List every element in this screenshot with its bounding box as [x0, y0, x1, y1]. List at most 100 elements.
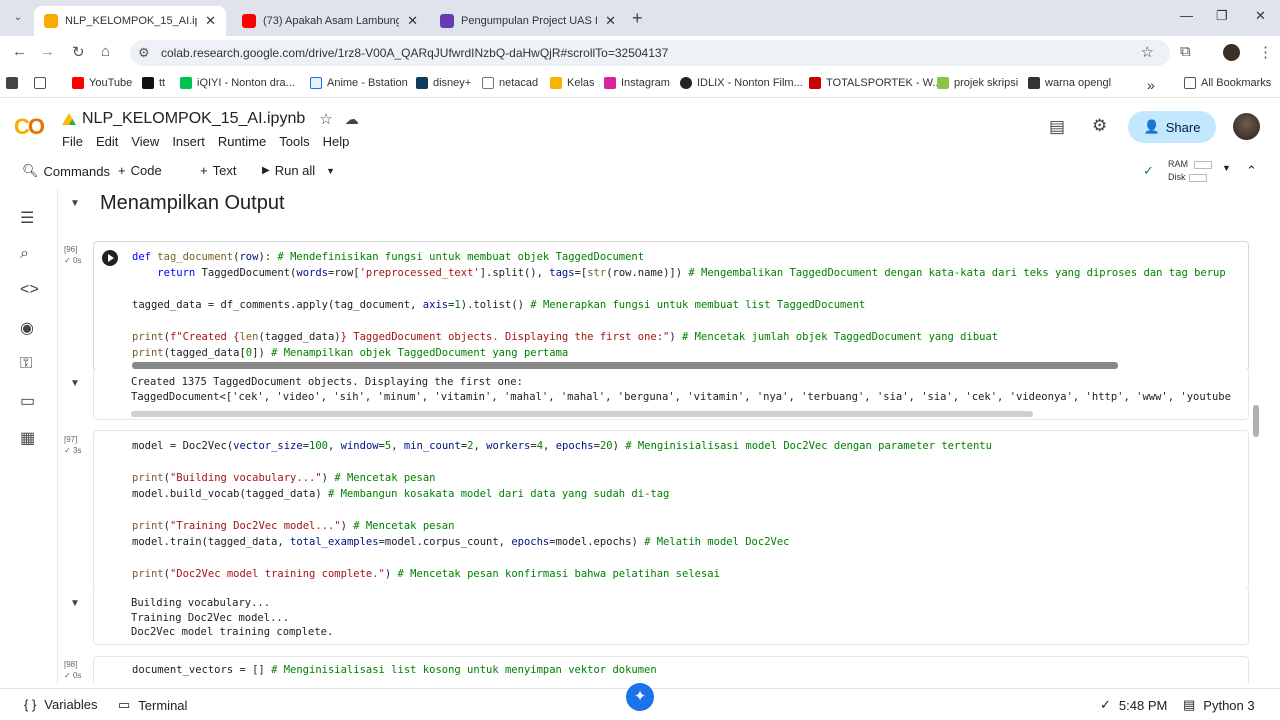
menu-file[interactable]: File	[62, 134, 83, 149]
menu-runtime[interactable]: Runtime	[218, 134, 266, 149]
exec-count: [98]	[64, 660, 78, 669]
collapse-toolbar-icon[interactable]: ⌃	[1246, 163, 1257, 179]
close-window-icon[interactable]: ✕	[1255, 8, 1266, 24]
output-collapse-chevron-icon[interactable]: ▼	[70, 378, 80, 389]
bookmark-idlix[interactable]: IDLIX - Nonton Film...	[680, 77, 803, 89]
success-check-icon: ✓	[64, 256, 71, 265]
back-icon[interactable]: ←	[12, 43, 27, 60]
settings-gear-icon[interactable]: ⚙	[1092, 116, 1107, 136]
browser-tab-bar: ⌄ NLP_KELOMPOK_15_AI.ipynb - ✕ (73) Apak…	[0, 0, 1280, 36]
exec-time: 3s	[72, 446, 82, 455]
apps-grid-icon[interactable]	[34, 77, 51, 89]
ram-label: RAM	[1168, 159, 1188, 169]
people-icon: 👤	[1143, 119, 1160, 134]
close-tab-icon[interactable]: ✕	[407, 13, 418, 29]
reload-icon[interactable]: ↻	[72, 43, 85, 61]
bookmark-youtube[interactable]: YouTube	[72, 77, 132, 89]
comments-icon[interactable]: ▤	[1049, 117, 1065, 137]
section-collapse-chevron-icon[interactable]: ▼	[70, 198, 80, 209]
add-code-button[interactable]: + Code	[118, 163, 162, 178]
new-tab-icon[interactable]: +	[632, 8, 643, 29]
bookmark-tiktok[interactable]: tt	[142, 77, 165, 89]
files-folder-icon[interactable]: ▭	[20, 391, 35, 411]
bookmark-projek-skripsi[interactable]: projek skripsi	[937, 77, 1018, 89]
plus-icon: +	[200, 163, 208, 178]
code-editor-96[interactable]: def tag_document(row): # Mendefinisikan …	[132, 249, 1226, 361]
home-icon[interactable]: ⌂	[101, 43, 110, 60]
secrets-eye-icon[interactable]: ◉	[20, 318, 34, 338]
all-bookmarks-label: All Bookmarks	[1201, 77, 1272, 89]
close-tab-icon[interactable]: ✕	[605, 13, 616, 29]
table-of-contents-icon[interactable]: ☰	[20, 208, 34, 228]
commands-button[interactable]: 🔍︎ Commands	[22, 163, 110, 179]
code-editor-97[interactable]: model = Doc2Vec(vector_size=100, window=…	[132, 438, 992, 582]
terminal-icon: ▭	[118, 697, 131, 712]
star-icon[interactable]: ☆	[319, 110, 332, 128]
exec-count-97: [97] ✓ 3s	[64, 434, 81, 456]
add-text-button[interactable]: + Text	[200, 163, 236, 178]
share-button[interactable]: 👤 Share	[1128, 111, 1216, 143]
notebook-vertical-scrollbar[interactable]	[1253, 405, 1259, 437]
play-icon: ▶	[262, 165, 270, 176]
bookmark-netacad[interactable]: netacad	[482, 77, 538, 89]
more-bookmarks-chevron-icon[interactable]: »	[1147, 77, 1155, 93]
menu-tools[interactable]: Tools	[279, 134, 309, 149]
forward-icon[interactable]: →	[40, 43, 55, 60]
output-collapse-chevron-icon[interactable]: ▼	[70, 598, 80, 609]
url-field[interactable]: ⚙ colab.research.google.com/drive/1rz8-V…	[130, 40, 1170, 66]
bookmark-kelas[interactable]: Kelas	[550, 77, 595, 89]
code-snippets-icon[interactable]: <>	[20, 281, 39, 299]
gemini-sparkle-icon[interactable]: ✦	[626, 683, 654, 711]
chevron-down-icon[interactable]: ▼	[326, 166, 335, 176]
bookmark-disney[interactable]: disney+	[416, 77, 471, 89]
tab-search-dropdown-icon[interactable]: ⌄	[8, 8, 28, 28]
menu-help[interactable]: Help	[323, 134, 350, 149]
profile-avatar[interactable]	[1223, 44, 1240, 61]
bookmark-warna-opengl[interactable]: warna opengl	[1028, 77, 1111, 89]
notebook-title[interactable]: NLP_KELOMPOK_15_AI.ipynb	[82, 110, 305, 128]
close-tab-icon[interactable]: ✕	[205, 13, 216, 29]
run-all-button[interactable]: ▶ Run all ▼	[262, 163, 335, 178]
bookmark-instagram[interactable]: Instagram	[604, 77, 670, 89]
restore-window-icon[interactable]: ❐	[1216, 8, 1228, 24]
bookmarks-app-icon[interactable]	[6, 77, 23, 89]
terminal-button[interactable]: ▭ Terminal	[118, 697, 187, 713]
variables-button[interactable]: { } Variables	[24, 697, 98, 712]
ram-disk-indicator[interactable]: RAM Disk	[1168, 158, 1212, 184]
browser-tab-youtube[interactable]: (73) Apakah Asam Lambung Be ✕	[232, 6, 428, 36]
run-cell-play-icon[interactable]	[102, 250, 118, 266]
data-table-icon[interactable]: ▦	[20, 428, 35, 448]
find-replace-icon[interactable]: ⌕	[20, 245, 29, 263]
code-horizontal-scrollbar[interactable]	[132, 362, 1118, 369]
browser-tab-classroom[interactable]: Pengumpulan Project UAS Intro ✕	[430, 6, 626, 36]
last-run-status[interactable]: ✓ 5:48 PM	[1100, 697, 1167, 713]
leaf-icon	[937, 77, 949, 89]
cloud-saved-icon: ☁	[344, 110, 359, 127]
user-avatar[interactable]	[1233, 113, 1260, 140]
bookmark-totalsportek[interactable]: TOTALSPORTEK - W...	[809, 77, 942, 89]
output-horizontal-scrollbar[interactable]	[131, 411, 1033, 417]
bookmark-star-icon[interactable]: ☆	[1141, 43, 1154, 61]
notebook-title-row: NLP_KELOMPOK_15_AI.ipynb ☆ ☁	[62, 110, 359, 128]
disney-icon	[416, 77, 428, 89]
code-editor-98[interactable]: document_vectors = [] # Menginisialisasi…	[132, 662, 657, 678]
site-info-icon[interactable]: ⚙	[138, 45, 150, 61]
all-bookmarks[interactable]: All Bookmarks	[1184, 77, 1271, 89]
bookmark-label: disney+	[433, 77, 472, 89]
bookmark-bstation[interactable]: Anime - Bstation	[310, 77, 408, 89]
runtime-type[interactable]: ▤ Python 3	[1183, 697, 1255, 713]
runtime-dropdown-icon[interactable]: ▼	[1222, 163, 1231, 173]
key-icon[interactable]: ⚿	[20, 355, 32, 373]
cell-output-97: Building vocabulary... Training Doc2Vec …	[131, 597, 334, 638]
menu-insert[interactable]: Insert	[172, 134, 205, 149]
browser-tab-colab[interactable]: NLP_KELOMPOK_15_AI.ipynb - ✕	[34, 6, 226, 36]
colab-logo[interactable]: CO	[14, 114, 45, 140]
menu-view[interactable]: View	[131, 134, 159, 149]
extensions-icon[interactable]: ⧉	[1180, 43, 1191, 60]
browser-menu-icon[interactable]: ⋮	[1258, 43, 1273, 61]
minimize-window-icon[interactable]: —	[1180, 8, 1193, 23]
menu-edit[interactable]: Edit	[96, 134, 118, 149]
bookmark-iqiyi[interactable]: iQIYI - Nonton dra...	[180, 77, 295, 89]
tab-title: Pengumpulan Project UAS Intro	[461, 15, 598, 27]
bookmark-label: iQIYI - Nonton dra...	[197, 77, 295, 89]
